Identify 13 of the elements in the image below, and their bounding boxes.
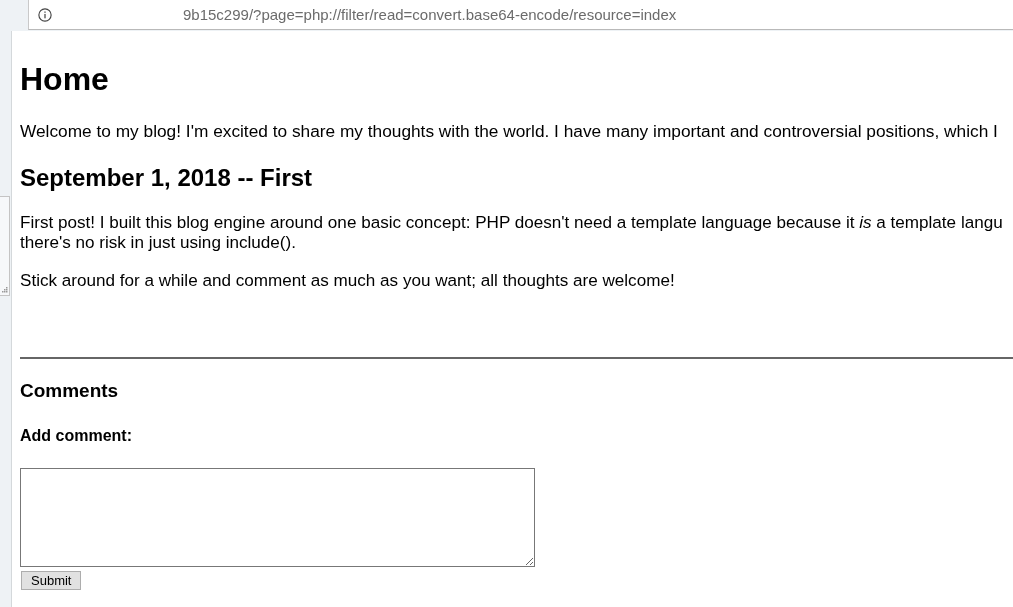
grip-icon bbox=[2, 287, 8, 293]
post-paragraph: First post! I built this blog engine around one basic concept: PHP doesn't need a template language because it is a template langu there's no risk in just using include(). bbox=[20, 213, 1004, 253]
url-text: 9b15c299/?page=php://filter/read=convert.base64-encode/resource=index bbox=[183, 6, 677, 23]
comments-heading: Comments bbox=[20, 380, 120, 402]
comment-field[interactable] bbox=[20, 468, 535, 567]
post-paragraph: Stick around for a while and comment as much as you want; all thoughts are welcome! bbox=[20, 271, 676, 291]
page-title: Home bbox=[20, 61, 110, 98]
intro-paragraph: Welcome to my blog! I'm excited to share my thoughts with the world. I have many important and controversial positions, which I bbox=[20, 121, 999, 141]
address-bar[interactable]: 9b15c299/?page=php://filter/read=convert.base64-encode/resource=index bbox=[28, 0, 1013, 30]
info-icon[interactable] bbox=[38, 7, 52, 22]
submit-button[interactable]: Submit bbox=[21, 571, 82, 590]
post-heading: September 1, 2018 -- First bbox=[20, 164, 314, 192]
add-comment-label: Add comment: bbox=[20, 426, 133, 446]
